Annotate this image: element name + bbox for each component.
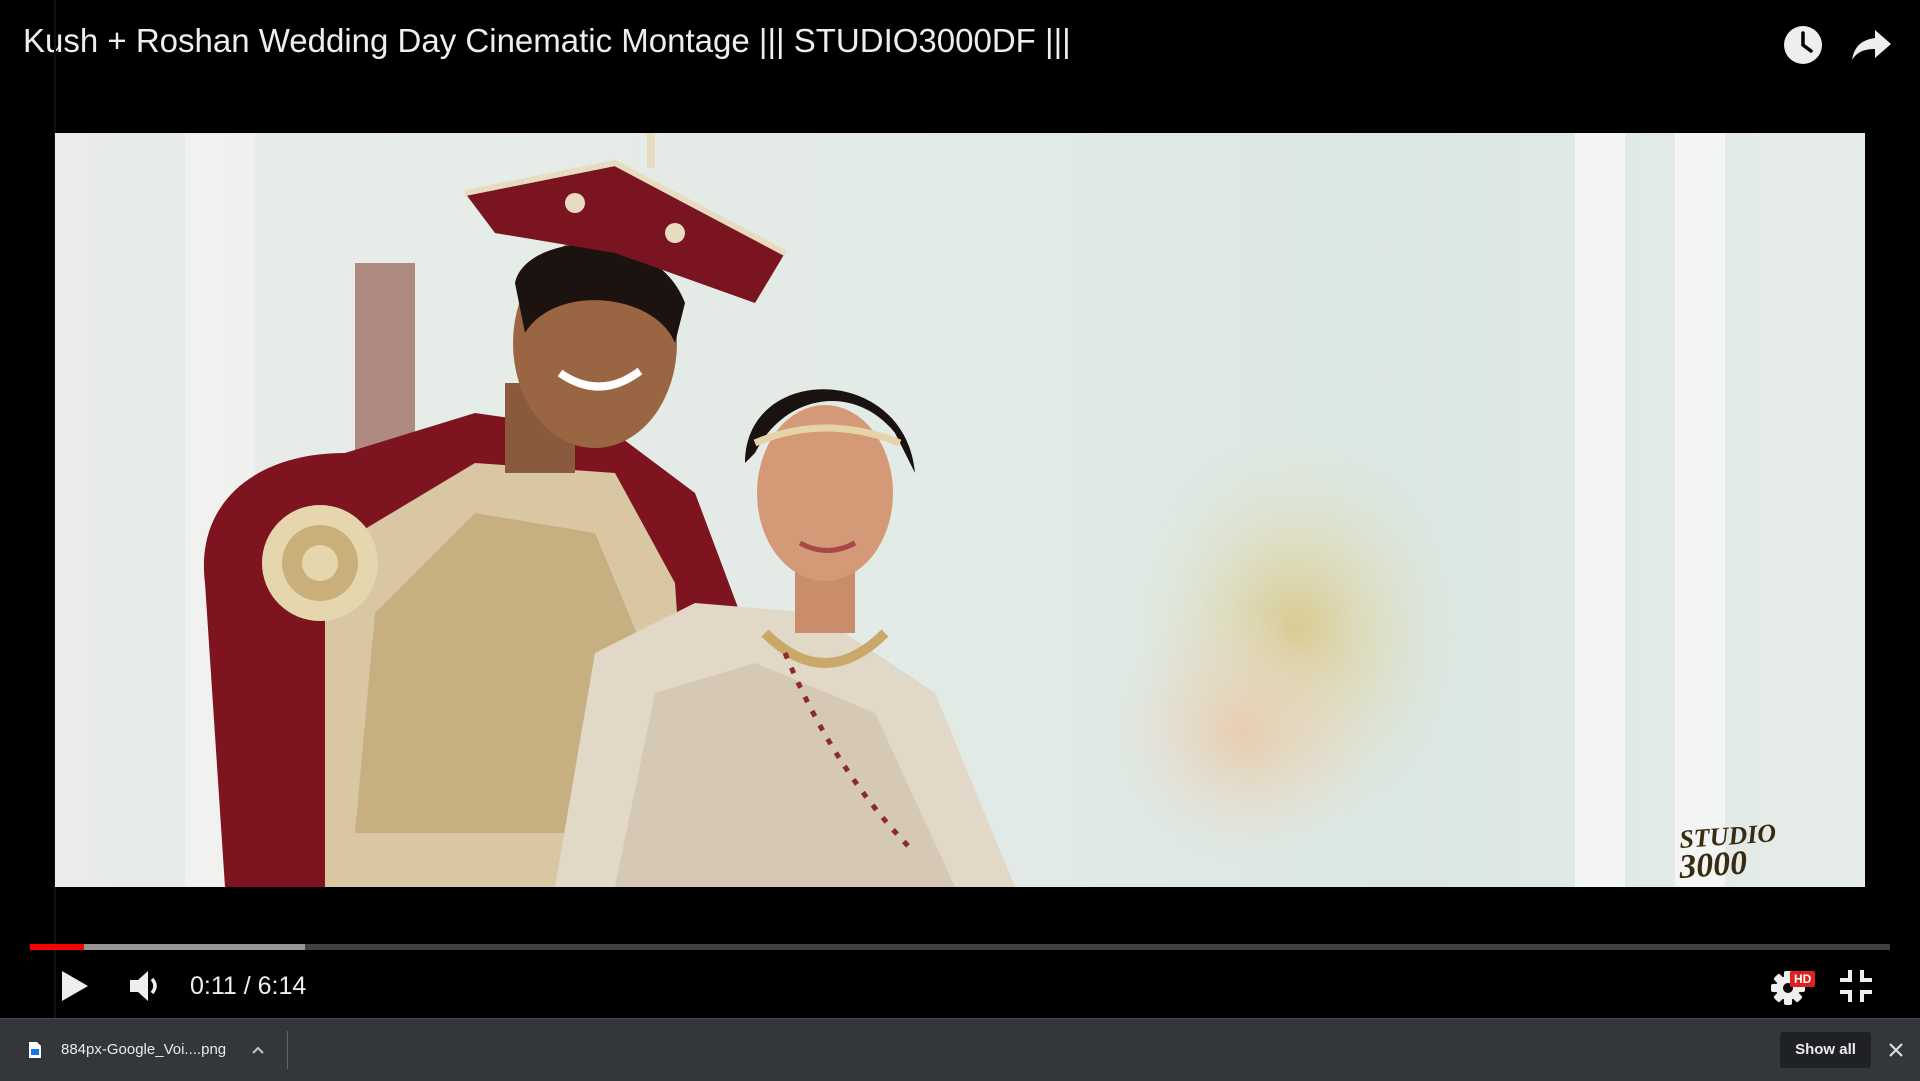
progress-played xyxy=(30,944,84,950)
close-icon xyxy=(1889,1043,1903,1057)
share-arrow-icon xyxy=(1852,30,1891,60)
download-shelf: 884px-Google_Voi....png Show all xyxy=(0,1018,1920,1081)
video-title[interactable]: Kush + Roshan Wedding Day Cinematic Mont… xyxy=(23,22,1071,60)
download-file-name: 884px-Google_Voi....png xyxy=(61,1041,227,1058)
watch-later-button[interactable] xyxy=(1780,22,1826,68)
chevron-up-icon[interactable] xyxy=(250,1043,266,1057)
play-icon xyxy=(62,971,88,1001)
time-display: 0:11 / 6:14 xyxy=(190,972,306,1001)
hd-badge: HD xyxy=(1790,971,1816,987)
show-all-button[interactable]: Show all xyxy=(1780,1032,1871,1068)
download-item[interactable]: 884px-Google_Voi....png xyxy=(0,1019,287,1081)
play-button[interactable] xyxy=(56,966,92,1006)
studio-watermark-bottom: 3000 xyxy=(1677,844,1748,886)
exit-fullscreen-icon xyxy=(1840,970,1872,1002)
time-separator: / xyxy=(236,972,258,1000)
share-button[interactable] xyxy=(1848,22,1894,68)
clock-icon xyxy=(1784,26,1822,64)
close-shelf-button[interactable] xyxy=(1885,1039,1907,1061)
duration: 6:14 xyxy=(257,972,307,1000)
current-time: 0:11 xyxy=(190,972,237,1000)
progress-bar[interactable] xyxy=(30,944,1890,950)
shelf-divider xyxy=(287,1031,288,1069)
exit-fullscreen-button[interactable] xyxy=(1838,968,1874,1004)
volume-icon xyxy=(130,971,157,1001)
mute-button[interactable] xyxy=(128,968,162,1004)
file-icon xyxy=(29,1042,41,1058)
video-frame[interactable]: STUDIO 3000 xyxy=(55,133,1865,887)
